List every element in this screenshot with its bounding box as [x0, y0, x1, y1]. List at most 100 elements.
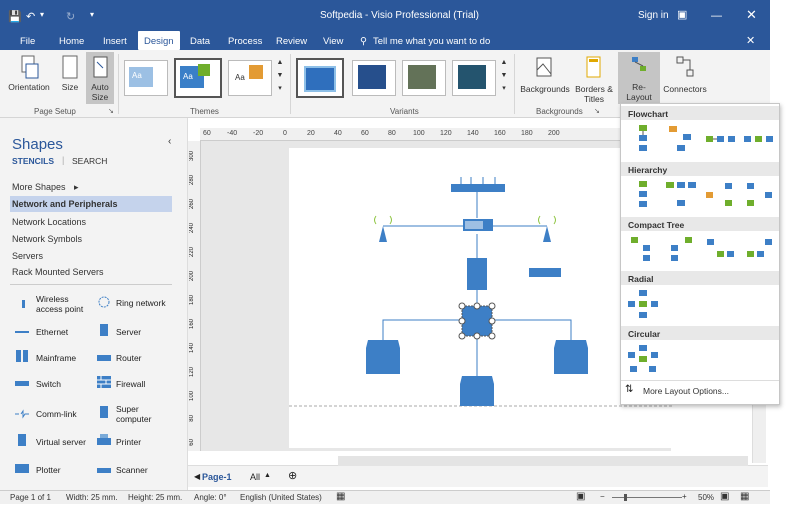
- relayout-page-button[interactable]: Re-Layout Page: [618, 52, 660, 112]
- macro-icon[interactable]: ▦: [336, 491, 345, 502]
- auto-size-button[interactable]: Auto Size: [86, 52, 114, 104]
- workstation-shape[interactable]: [554, 340, 588, 374]
- wireless-access-point-shape[interactable]: [543, 226, 551, 242]
- category-network-peripherals[interactable]: Network and Peripherals: [12, 199, 118, 209]
- shape-printer[interactable]: Printer: [94, 434, 174, 454]
- variant-thumb-2[interactable]: [352, 60, 396, 96]
- switch-shape[interactable]: [451, 184, 505, 192]
- layout-compact-tree-down-left[interactable]: [665, 235, 697, 265]
- server-shape[interactable]: [467, 258, 487, 290]
- shape-super-computer[interactable]: Super computer: [94, 404, 174, 428]
- stencils-tab[interactable]: STENCILS: [12, 156, 54, 166]
- redo-icon[interactable]: ↻: [66, 10, 75, 23]
- shape-ethernet[interactable]: Ethernet: [12, 324, 92, 344]
- minimize-icon[interactable]: —: [711, 10, 722, 22]
- page-setup-launcher-icon[interactable]: ↘: [108, 107, 114, 115]
- borders-titles-button[interactable]: Borders & Titles: [572, 54, 616, 104]
- drawing-page[interactable]: [289, 148, 672, 448]
- layout-compact-tree-down-right[interactable]: [627, 235, 659, 265]
- theme-thumb-1[interactable]: Aa: [124, 60, 168, 96]
- previous-page-icon[interactable]: ◀: [194, 472, 200, 481]
- shape-plotter[interactable]: Plotter: [12, 462, 92, 482]
- category-network-symbols[interactable]: Network Symbols: [12, 234, 82, 244]
- search-tab[interactable]: SEARCH: [72, 156, 107, 166]
- all-pages-button[interactable]: All: [250, 472, 260, 482]
- variant-thumb-1[interactable]: [296, 58, 344, 98]
- close-document-icon[interactable]: ✕: [746, 34, 755, 47]
- variants-scroll[interactable]: ▲ ▼ ▾: [500, 56, 508, 95]
- tab-data[interactable]: Data: [190, 36, 210, 47]
- layout-hierarchy-right-left[interactable]: [743, 180, 775, 210]
- more-shapes-button[interactable]: More Shapes ▸: [12, 182, 79, 193]
- category-network-locations[interactable]: Network Locations: [12, 217, 86, 227]
- shape-switch[interactable]: Switch: [12, 376, 92, 396]
- shape-mainframe[interactable]: Mainframe: [12, 350, 92, 370]
- wireless-access-point-shape[interactable]: [379, 226, 387, 242]
- hub-shape[interactable]: [529, 268, 561, 277]
- selected-shape[interactable]: [462, 306, 492, 336]
- presentation-mode-icon[interactable]: ▣: [576, 491, 585, 502]
- shape-wireless-access-point[interactable]: Wireless access point: [12, 294, 92, 318]
- layout-compact-tree-left-down[interactable]: [743, 235, 775, 265]
- customize-toolbar-icon[interactable]: ▾: [90, 10, 94, 19]
- backgrounds-launcher-icon[interactable]: ↘: [594, 107, 600, 115]
- layout-flowchart-right-left[interactable]: [743, 124, 775, 154]
- layout-flowchart-top-bottom[interactable]: [627, 124, 659, 154]
- theme-thumb-3[interactable]: Aa: [228, 60, 272, 96]
- more-layout-options-link[interactable]: More Layout Options...: [643, 386, 729, 396]
- all-pages-dropdown-icon[interactable]: ▲: [264, 472, 271, 479]
- size-button[interactable]: Size: [56, 54, 84, 92]
- shape-scanner[interactable]: Scanner: [94, 462, 174, 482]
- theme-thumb-2[interactable]: Aa: [174, 58, 222, 98]
- page-indicator[interactable]: Page 1 of 1: [10, 493, 51, 502]
- shape-comm-link[interactable]: Comm-link: [12, 406, 92, 426]
- zoom-out-icon[interactable]: −: [600, 492, 605, 501]
- sign-in-link[interactable]: Sign in: [638, 10, 669, 21]
- add-page-icon[interactable]: ⊕: [288, 469, 297, 482]
- workstation-shape[interactable]: [366, 340, 400, 374]
- zoom-slider-thumb[interactable]: [624, 494, 627, 501]
- themes-scroll[interactable]: ▲ ▼ ▾: [276, 56, 284, 95]
- category-rack-mounted-servers[interactable]: Rack Mounted Servers: [12, 267, 104, 277]
- tab-file[interactable]: File: [20, 36, 35, 47]
- layout-radial[interactable]: [627, 289, 659, 319]
- shape-ring-network[interactable]: Ring network: [94, 294, 174, 318]
- collapse-panel-icon[interactable]: ‹: [168, 136, 171, 147]
- tab-design[interactable]: Design: [138, 31, 180, 50]
- layout-hierarchy-bottom-up[interactable]: [665, 180, 697, 210]
- shape-virtual-server[interactable]: Virtual server: [12, 434, 92, 454]
- layout-compact-tree-right-down[interactable]: [705, 235, 737, 265]
- close-icon[interactable]: ✕: [746, 7, 757, 23]
- tab-insert[interactable]: Insert: [103, 36, 127, 47]
- ribbon-display-icon[interactable]: ▣: [677, 8, 687, 21]
- shape-server[interactable]: Server: [94, 324, 174, 344]
- variant-thumb-4[interactable]: [452, 60, 496, 96]
- zoom-slider[interactable]: [612, 497, 682, 498]
- undo-dropdown-icon[interactable]: ▾: [40, 10, 44, 19]
- layout-hierarchy-top-down[interactable]: [627, 180, 659, 210]
- shape-firewall[interactable]: Firewall: [94, 376, 174, 396]
- fit-page-icon[interactable]: ▣: [720, 491, 729, 502]
- workstation-shape[interactable]: [460, 376, 494, 406]
- tab-review[interactable]: Review: [276, 36, 307, 47]
- zoom-level[interactable]: 50%: [698, 493, 714, 502]
- layout-flowchart-bottom-top[interactable]: [665, 124, 697, 154]
- layout-circular[interactable]: [627, 344, 659, 374]
- save-icon[interactable]: 💾: [8, 10, 22, 23]
- undo-icon[interactable]: ↶: [26, 10, 35, 23]
- backgrounds-button[interactable]: Backgrounds: [518, 54, 572, 94]
- zoom-in-icon[interactable]: +: [682, 492, 687, 501]
- tab-view[interactable]: View: [323, 36, 343, 47]
- tab-home[interactable]: Home: [59, 36, 84, 47]
- shape-router[interactable]: Router: [94, 350, 174, 370]
- tell-me-search[interactable]: Tell me what you want to do: [373, 36, 490, 47]
- variant-thumb-3[interactable]: [402, 60, 446, 96]
- connectors-button[interactable]: Connectors: [662, 54, 708, 94]
- horizontal-scrollbar[interactable]: [338, 456, 748, 466]
- layout-hierarchy-left-right[interactable]: [705, 180, 737, 210]
- layout-flowchart-left-right[interactable]: [705, 124, 737, 154]
- category-servers[interactable]: Servers: [12, 251, 43, 261]
- orientation-button[interactable]: Orientation: [6, 54, 52, 92]
- tab-process[interactable]: Process: [228, 36, 262, 47]
- tab-page-1[interactable]: Page-1: [202, 472, 232, 482]
